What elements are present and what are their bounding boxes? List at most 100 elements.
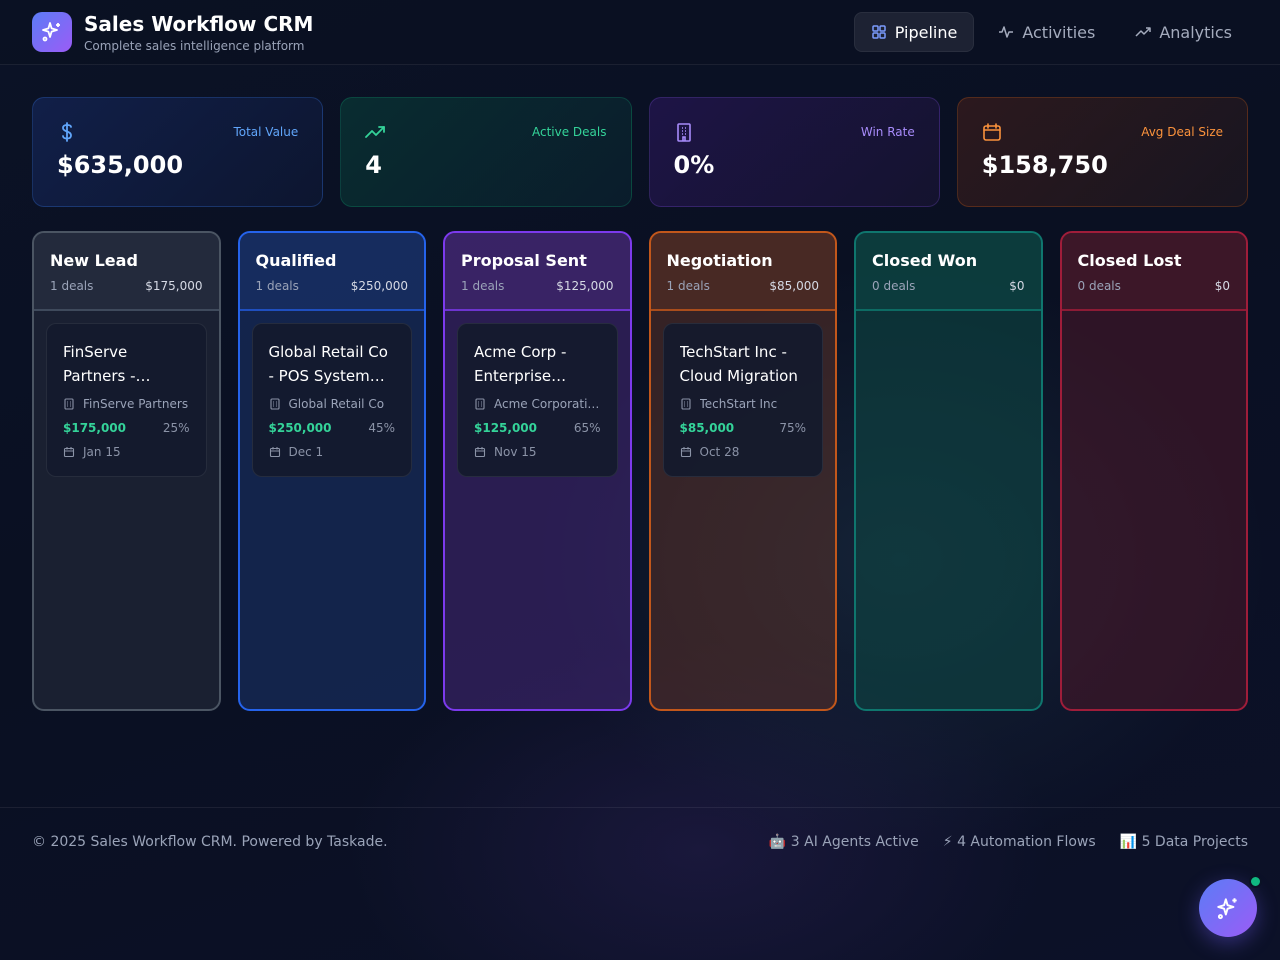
activity-icon: [999, 26, 1014, 38]
column-header: Proposal Sent 1 deals $125,000: [445, 233, 630, 311]
column-header: Closed Lost 0 deals $0: [1061, 233, 1246, 311]
calendar-icon: [269, 447, 280, 458]
automation-flows-status: ⚡ 4 Automation Flows: [942, 834, 1096, 850]
deal-company: Acme Corporation: [494, 397, 601, 411]
tab-activities-label: Activities: [1022, 22, 1096, 42]
app-logo[interactable]: [32, 12, 72, 52]
stat-active-deals: Active Deals 4: [340, 97, 632, 207]
tab-analytics-label: Analytics: [1159, 22, 1232, 42]
column-closed-won[interactable]: Closed Won 0 deals $0: [854, 231, 1043, 711]
tab-activities[interactable]: Activities: [982, 12, 1111, 52]
building-icon: [64, 398, 74, 410]
column-proposal-sent[interactable]: Proposal Sent 1 deals $125,000 Acme Corp…: [443, 231, 632, 711]
sparkles-icon: [42, 22, 60, 42]
deal-probability: 25%: [162, 421, 190, 435]
deal-amount: $250,000: [268, 421, 332, 435]
deal-card[interactable]: Acme Corp - Enterprise License Acme Corp…: [457, 323, 618, 477]
calendar-icon: [982, 123, 1001, 141]
deal-date: Oct 28: [699, 445, 740, 459]
stat-value: 4: [365, 151, 382, 179]
stat-win-rate: Win Rate 0%: [648, 97, 940, 207]
dollar-icon: [62, 122, 72, 142]
data-projects-status: 📊 5 Data Projects: [1119, 834, 1248, 850]
deal-title: FinServe Partners - Financial Platform: [63, 343, 136, 385]
deal-company: Global Retail Co: [288, 397, 385, 411]
stat-label: Active Deals: [532, 125, 607, 139]
trending-up-icon: [1135, 27, 1152, 37]
deal-probability: 75%: [779, 421, 806, 435]
deal-card[interactable]: Global Retail Co - POS System Upgrade Gl…: [251, 323, 412, 477]
column-header: Closed Won 0 deals $0: [856, 233, 1041, 311]
column-total-value: $85,000: [769, 279, 819, 293]
column-total-value: $0: [1009, 279, 1025, 293]
building-icon: [475, 398, 485, 410]
deal-company: FinServe Partners: [83, 397, 189, 411]
app-header: Sales Workflow CRM Complete sales intell…: [0, 0, 1280, 65]
app-subtitle: Complete sales intelligence platform: [84, 39, 305, 53]
deal-date: Nov 15: [494, 445, 537, 459]
column-total-value: $175,000: [145, 279, 203, 293]
stat-label: Avg Deal Size: [1141, 125, 1223, 139]
column-qualified[interactable]: Qualified 1 deals $250,000 Global Retail…: [237, 231, 426, 711]
deal-company-row: Acme Corporation: [474, 396, 601, 412]
ai-assistant-button[interactable]: [1199, 879, 1257, 937]
deal-date-row: Dec 1: [269, 444, 396, 460]
column-title: New Lead: [50, 251, 138, 270]
column-deal-count: 0 deals: [872, 279, 916, 293]
column-deal-count: 1 deals: [50, 279, 94, 293]
building-icon: [269, 398, 280, 410]
calendar-icon: [474, 447, 486, 458]
column-closed-lost[interactable]: Closed Lost 0 deals $0: [1059, 231, 1248, 711]
stat-label: Win Rate: [860, 125, 915, 139]
ai-agents-status: 🤖 3 AI Agents Active: [768, 834, 919, 850]
deal-date-row: Jan 15: [63, 444, 190, 460]
building-icon: [676, 123, 691, 142]
calendar-icon: [680, 447, 691, 458]
column-negotiation[interactable]: Negotiation 1 deals $85,000 TechStart In…: [648, 231, 837, 711]
deal-card[interactable]: TechStart Inc - Cloud Migration TechStar…: [662, 323, 823, 477]
deal-probability: 65%: [573, 421, 601, 435]
main-nav: Pipeline Activities Analytics: [853, 12, 1248, 52]
deal-title: Acme Corp - Enterprise License: [474, 343, 567, 385]
column-total-value: $250,000: [350, 279, 408, 293]
building-icon: [680, 398, 691, 410]
column-header: Qualified 1 deals $250,000: [239, 233, 424, 311]
deal-card[interactable]: FinServe Partners - Financial Platform F…: [46, 323, 207, 477]
copyright-text: © 2025 Sales Workflow CRM. Powered by Ta…: [32, 834, 388, 850]
deal-amount-row: $175,000 25%: [63, 420, 190, 436]
stat-total-value: Total Value $635,000: [32, 97, 324, 207]
tab-analytics[interactable]: Analytics: [1119, 12, 1248, 52]
sparkles-icon: [1217, 898, 1237, 920]
app-footer: © 2025 Sales Workflow CRM. Powered by Ta…: [0, 807, 1280, 877]
stats-row: Total Value $635,000 Active Deals 4 Win …: [32, 97, 1248, 207]
deal-company-row: Global Retail Co: [269, 396, 396, 412]
deal-probability: 45%: [368, 421, 395, 435]
deal-date: Jan 15: [83, 445, 121, 459]
column-header: Negotiation 1 deals $85,000: [650, 233, 835, 311]
deal-date: Dec 1: [288, 445, 324, 459]
deal-amount-row: $85,000 75%: [680, 420, 807, 436]
column-total-value: $0: [1214, 279, 1230, 293]
deal-company: TechStart Inc: [699, 397, 778, 411]
tab-pipeline[interactable]: Pipeline: [853, 12, 975, 52]
stat-value: $158,750: [981, 151, 1108, 179]
calendar-icon: [63, 447, 75, 458]
online-status-dot: [1249, 875, 1262, 888]
deal-amount: $125,000: [474, 421, 538, 435]
app-title: Sales Workflow CRM: [84, 12, 314, 36]
deal-amount: $175,000: [63, 421, 127, 435]
column-new-lead[interactable]: New Lead 1 deals $175,000 FinServe Partn…: [32, 231, 221, 711]
column-title: Proposal Sent: [461, 251, 587, 270]
column-title: Closed Lost: [1077, 251, 1182, 270]
deal-amount-row: $250,000 45%: [269, 420, 396, 436]
deal-amount-row: $125,000 65%: [474, 420, 601, 436]
grid-icon: [871, 25, 886, 39]
column-header: New Lead 1 deals $175,000: [34, 233, 219, 311]
deal-company-row: FinServe Partners: [63, 396, 190, 412]
column-deal-count: 0 deals: [1077, 279, 1121, 293]
deal-title: TechStart Inc - Cloud Migration: [679, 343, 798, 385]
trending-up-icon: [365, 126, 386, 138]
stat-avg-deal-size: Avg Deal Size $158,750: [956, 97, 1248, 207]
column-title: Qualified: [255, 251, 337, 270]
footer-stats: 🤖 3 AI Agents Active ⚡ 4 Automation Flow…: [769, 834, 1248, 850]
